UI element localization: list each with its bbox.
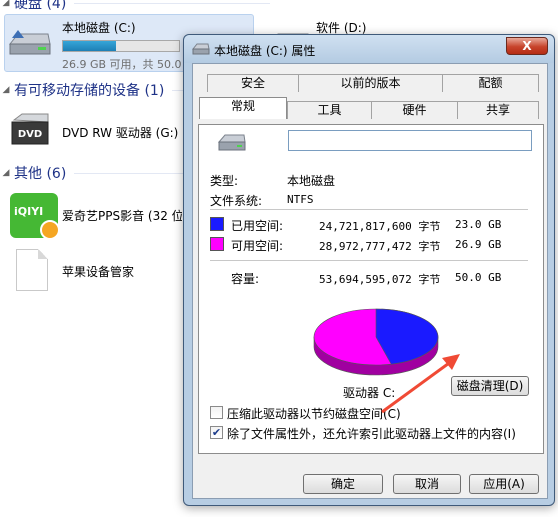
free-space-label: 可用空间: [231,239,284,253]
hard-drive-icon [8,30,51,55]
type-label: 类型: [210,174,239,188]
used-space-label: 已用空间: [231,219,284,233]
used-space-size: 23.0 GB [455,218,502,231]
tab-previous-versions[interactable]: 以前的版本 [298,74,443,92]
drive-c-capacity-bar [62,40,180,52]
iqiyi-logo-text: iQIYI [14,205,44,218]
apple-manager-name[interactable]: 苹果设备管家 [62,263,134,280]
dvd-drive-icon: DVD [11,113,49,145]
used-space-swatch [210,217,224,231]
collapse-arrow-icon: ◢ [2,0,10,8]
filesystem-label: 文件系统: [210,194,263,208]
index-label: 除了文件属性外，还允许索引此驱动器上文件的内容(I) [227,427,516,441]
used-space-bytes: 24,721,817,600 字节 [319,220,441,233]
cancel-button[interactable]: 取消 [393,474,461,494]
ok-button[interactable]: 确定 [303,474,383,494]
close-icon: X [522,39,532,53]
dialog-client-area: 安全 以前的版本 配额 常规 工具 硬件 共享 类型: 本地磁盘 文件系统: N… [192,63,548,499]
close-button[interactable]: X [506,37,548,55]
collapse-arrow-icon: ◢ [2,85,10,95]
section-title: 有可移动存储的设备 (1) [14,83,165,99]
compress-checkbox[interactable] [210,406,223,419]
dialog-title: 本地磁盘 (C:) 属性 [214,44,316,58]
hard-drive-icon [192,43,210,55]
tab-sharing[interactable]: 共享 [457,101,539,119]
drive-c-name: 本地磁盘 (C:) [62,21,136,35]
drive-c-free-text: 26.9 GB 可用，共 50.0 GB [62,58,182,71]
iqiyi-app-icon: iQIYI [10,193,60,240]
section-title: 硬盘 (4) [14,0,67,12]
free-space-swatch [210,237,224,251]
hard-drive-icon [217,134,246,151]
free-space-bytes: 28,972,777,472 字节 [319,240,441,253]
type-value: 本地磁盘 [287,174,336,188]
section-title: 其他 (6) [14,166,67,182]
collapse-arrow-icon: ◢ [2,168,10,178]
free-space-size: 26.9 GB [455,238,502,251]
tab-general[interactable]: 常规 [199,97,287,119]
properties-dialog: 本地磁盘 (C:) 属性 X 安全 以前的版本 配额 常规 工具 硬件 共享 类… [183,34,555,506]
dvd-logo-text: DVD [18,129,42,140]
document-icon [16,249,48,291]
tab-hardware[interactable]: 硬件 [371,101,458,119]
dialog-titlebar[interactable]: 本地磁盘 (C:) 属性 X [184,35,554,63]
section-header-removable[interactable]: ◢ 有可移动存储的设备 (1) [0,80,183,100]
volume-label-input[interactable] [288,130,532,151]
apply-button[interactable]: 应用(A) [469,474,539,494]
section-header-hdd[interactable]: ◢ 硬盘 (4) [0,0,270,13]
index-checkbox[interactable]: ✔ [210,426,223,439]
dvd-drive-name[interactable]: DVD RW 驱动器 (G:) [62,124,178,141]
section-header-other[interactable]: ◢ 其他 (6) [0,163,183,183]
iqiyi-app-name[interactable]: 爱奇艺PPS影音 (32 位) [62,207,182,224]
capacity-size: 50.0 GB [455,271,502,284]
tab-tools[interactable]: 工具 [287,101,372,119]
capacity-label: 容量: [231,272,260,286]
annotation-arrow-icon [381,354,460,414]
tab-quota[interactable]: 配额 [442,74,539,92]
capacity-bytes: 53,694,595,072 字节 [319,273,441,286]
tab-security[interactable]: 安全 [207,74,299,92]
filesystem-value: NTFS [287,193,314,206]
